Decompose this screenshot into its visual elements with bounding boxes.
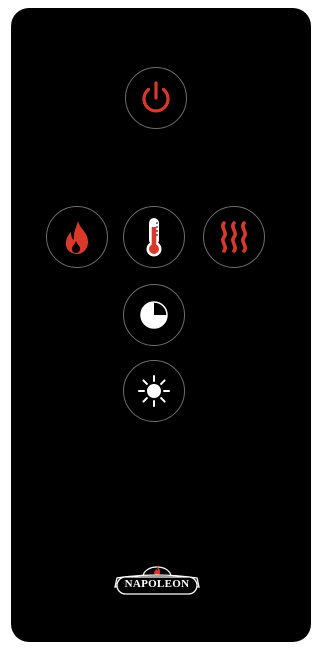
timer-button[interactable] <box>123 284 185 346</box>
temperature-button[interactable] <box>123 206 185 268</box>
flame-button[interactable] <box>46 206 108 268</box>
heat-waves-icon <box>214 217 254 257</box>
thermometer-icon <box>134 215 174 259</box>
timer-icon <box>134 295 174 335</box>
heat-button[interactable] <box>203 206 265 268</box>
napoleon-logo: NAPOLEON <box>111 558 203 602</box>
remote-panel: NAPOLEON <box>11 8 311 642</box>
flame-icon <box>57 217 97 257</box>
power-button[interactable] <box>125 67 187 129</box>
brightness-icon <box>134 371 174 411</box>
power-icon <box>136 78 176 118</box>
brand-label: NAPOLEON <box>124 578 190 590</box>
brightness-button[interactable] <box>123 360 185 422</box>
